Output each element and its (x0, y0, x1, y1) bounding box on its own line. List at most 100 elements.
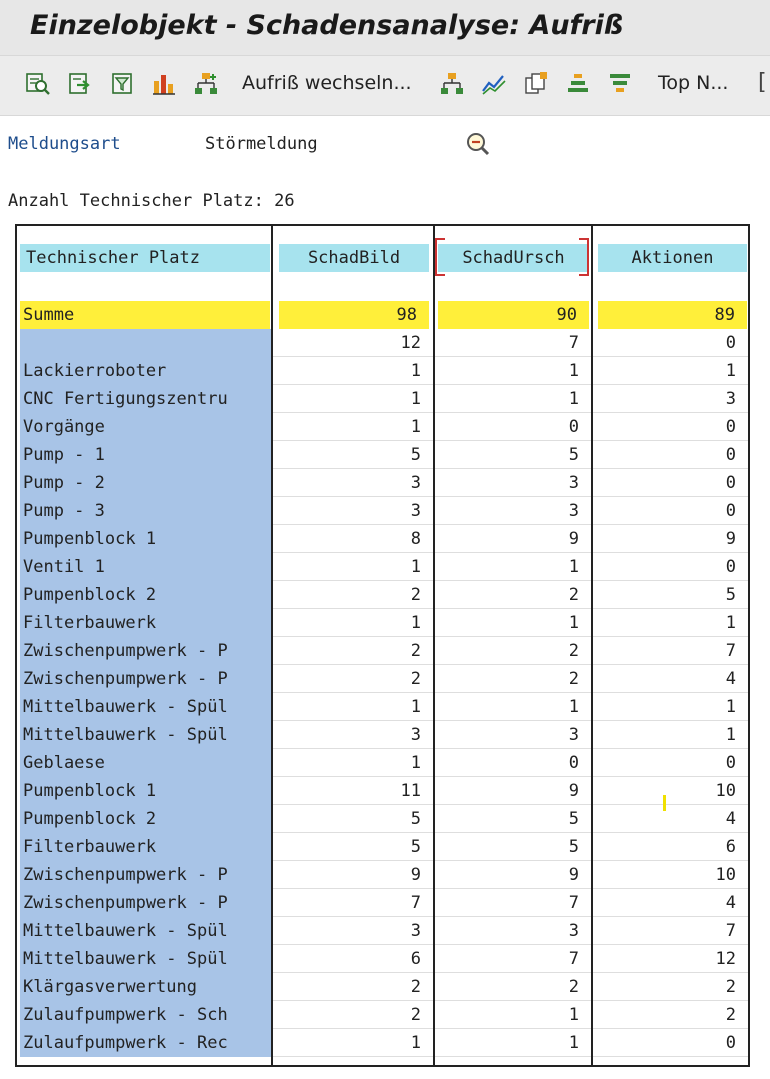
damage-count-cell[interactable]: 2 (273, 973, 433, 1001)
action-count-cell[interactable]: 4 (593, 805, 748, 833)
damage-count-cell[interactable]: 1 (273, 413, 433, 441)
damage-count-cell[interactable]: 2 (273, 581, 433, 609)
damage-count-cell[interactable]: 1 (273, 693, 433, 721)
org-structure-icon[interactable] (438, 70, 466, 98)
table-row[interactable]: Geblaese 1 0 0 (17, 749, 748, 777)
cause-count-cell[interactable]: 1 (435, 693, 591, 721)
damage-count-cell[interactable]: 7 (273, 889, 433, 917)
action-count-cell[interactable]: 1 (593, 609, 748, 637)
cause-count-cell[interactable]: 2 (435, 581, 591, 609)
table-row[interactable]: Zulaufpumpwerk - Rec 1 1 0 (17, 1029, 748, 1057)
cause-count-cell[interactable]: 3 (435, 469, 591, 497)
technical-location-cell[interactable]: Geblaese (20, 749, 271, 777)
column-header-technical-location[interactable]: Technischer Platz (20, 244, 270, 272)
action-count-cell[interactable]: 12 (593, 945, 748, 973)
table-row[interactable]: Lackierroboter 1 1 1 (17, 357, 748, 385)
table-row[interactable]: Ventil 1110 (17, 553, 748, 581)
cause-count-cell[interactable]: 2 (435, 637, 591, 665)
technical-location-cell[interactable]: Zulaufpumpwerk - Sch (20, 1001, 271, 1029)
technical-location-cell[interactable]: Zwischenpumpwerk - P (20, 889, 271, 917)
cause-count-cell[interactable]: 3 (435, 917, 591, 945)
table-row[interactable]: Mittelbauwerk - Spül 3 3 7 (17, 917, 748, 945)
detail-icon[interactable] (24, 70, 52, 98)
cause-count-cell[interactable]: 2 (435, 973, 591, 1001)
technical-location-cell[interactable]: Zwischenpumpwerk - P (20, 861, 271, 889)
column-header-damage[interactable]: SchadBild (279, 244, 429, 272)
table-row[interactable]: 12 7 0 (17, 329, 748, 357)
technical-location-cell[interactable]: Pump - 3 (20, 497, 271, 525)
technical-location-cell[interactable]: Mittelbauwerk - Spül (20, 693, 271, 721)
cause-count-cell[interactable]: 7 (435, 329, 591, 357)
action-count-cell[interactable]: 0 (593, 749, 748, 777)
cause-count-cell[interactable]: 3 (435, 497, 591, 525)
funnel-icon[interactable] (606, 70, 634, 98)
cause-count-cell[interactable]: 9 (435, 777, 591, 805)
technical-location-cell[interactable]: Filterbauwerk (20, 609, 271, 637)
table-row[interactable]: Pumpenblock 2225 (17, 581, 748, 609)
action-count-cell[interactable]: 0 (593, 553, 748, 581)
technical-location-cell[interactable]: Vorgänge (20, 413, 271, 441)
cause-count-cell[interactable]: 0 (435, 749, 591, 777)
cause-count-cell[interactable]: 0 (435, 413, 591, 441)
cause-count-cell[interactable]: 9 (435, 861, 591, 889)
action-count-cell[interactable]: 0 (593, 441, 748, 469)
table-row[interactable]: Pumpenblock 2554 (17, 805, 748, 833)
damage-count-cell[interactable]: 98 (279, 301, 429, 329)
toolbar-overflow[interactable]: [ (758, 70, 767, 95)
damage-count-cell[interactable]: 2 (273, 637, 433, 665)
action-count-cell[interactable]: 2 (593, 973, 748, 1001)
table-row[interactable]: Zwischenpumpwerk - P 9 9 10 (17, 861, 748, 889)
table-row[interactable]: Zwischenpumpwerk - P224 (17, 665, 748, 693)
cause-count-cell[interactable]: 7 (435, 889, 591, 917)
table-row[interactable]: CNC Fertigungszentru 1 1 3 (17, 385, 748, 413)
table-row[interactable]: Mittelbauwerk - Spül 6 7 12 (17, 945, 748, 973)
cause-count-cell[interactable]: 9 (435, 525, 591, 553)
table-row[interactable]: Klärgasverwertung 2 2 2 (17, 973, 748, 1001)
switch-drilldown-button[interactable]: Aufriß wechseln... (242, 72, 412, 96)
action-count-cell[interactable]: 1 (593, 357, 748, 385)
damage-count-cell[interactable]: 5 (273, 441, 433, 469)
action-count-cell[interactable]: 4 (593, 889, 748, 917)
zoom-out-icon[interactable] (465, 132, 491, 158)
technical-location-cell[interactable]: Zwischenpumpwerk - P (20, 665, 271, 693)
cause-count-cell[interactable]: 2 (435, 665, 591, 693)
top-n-button[interactable]: Top N... (658, 72, 728, 96)
cause-count-cell[interactable]: 5 (435, 441, 591, 469)
cause-count-cell[interactable]: 5 (435, 805, 591, 833)
action-count-cell[interactable]: 0 (593, 329, 748, 357)
table-row[interactable]: Pump - 1550 (17, 441, 748, 469)
cause-count-cell[interactable]: 1 (435, 1029, 591, 1057)
table-row[interactable]: Mittelbauwerk - Spül 1 1 1 (17, 693, 748, 721)
technical-location-cell[interactable]: Mittelbauwerk - Spül (20, 721, 271, 749)
cause-count-cell[interactable]: 1 (435, 1001, 591, 1029)
action-count-cell[interactable]: 0 (593, 469, 748, 497)
action-count-cell[interactable]: 7 (593, 917, 748, 945)
damage-count-cell[interactable]: 3 (273, 721, 433, 749)
hierarchy-icon[interactable] (192, 70, 220, 98)
table-row[interactable]: Filterbauwerk 1 1 1 (17, 609, 748, 637)
sort-icon[interactable] (564, 70, 592, 98)
action-count-cell[interactable]: 7 (593, 637, 748, 665)
table-row[interactable]: Pump - 3330 (17, 497, 748, 525)
action-count-cell[interactable]: 1 (593, 693, 748, 721)
copy-icon[interactable] (522, 70, 550, 98)
technical-location-cell[interactable]: Mittelbauwerk - Spül (20, 945, 271, 973)
cause-count-cell[interactable]: 3 (435, 721, 591, 749)
action-count-cell[interactable]: 6 (593, 833, 748, 861)
table-row[interactable]: Mittelbauwerk - Spül 3 3 1 (17, 721, 748, 749)
table-row[interactable]: Pump - 2330 (17, 469, 748, 497)
damage-count-cell[interactable]: 1 (273, 385, 433, 413)
technical-location-cell[interactable] (20, 329, 271, 357)
action-count-cell[interactable]: 0 (593, 1029, 748, 1057)
cause-count-cell[interactable]: 1 (435, 357, 591, 385)
sum-row[interactable]: Summe 98 90 89 (17, 301, 748, 329)
damage-count-cell[interactable]: 3 (273, 917, 433, 945)
table-row[interactable]: Zulaufpumpwerk - Sch 2 1 2 (17, 1001, 748, 1029)
action-count-cell[interactable]: 10 (593, 777, 748, 805)
chart-icon[interactable] (150, 70, 178, 98)
action-count-cell[interactable]: 2 (593, 1001, 748, 1029)
table-row[interactable]: Zwischenpumpwerk - P774 (17, 889, 748, 917)
damage-count-cell[interactable]: 8 (273, 525, 433, 553)
damage-count-cell[interactable]: 9 (273, 861, 433, 889)
action-count-cell[interactable]: 3 (593, 385, 748, 413)
